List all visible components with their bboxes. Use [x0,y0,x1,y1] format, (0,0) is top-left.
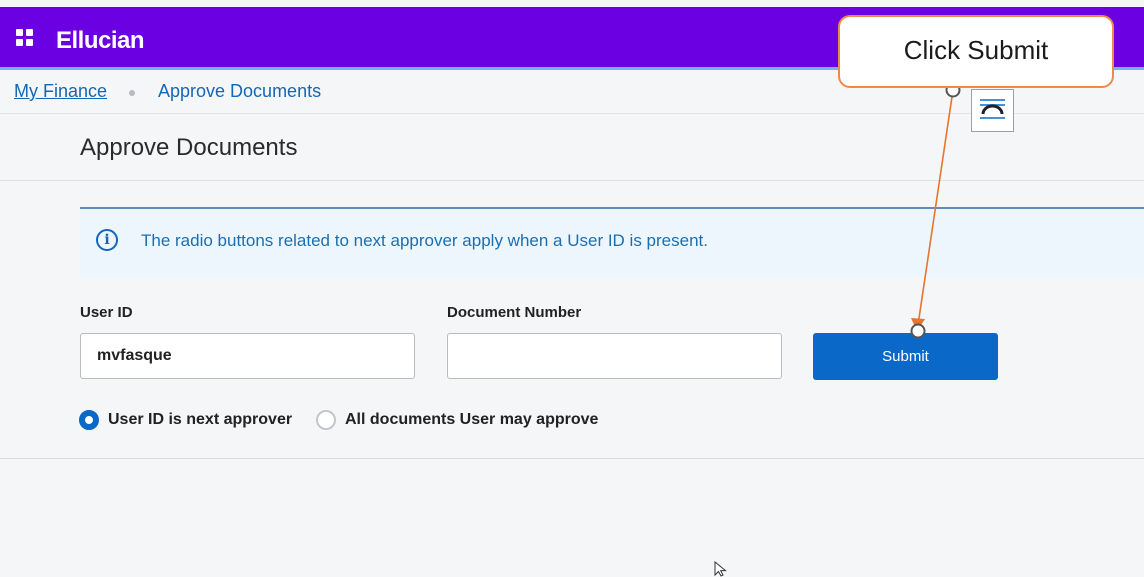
info-icon: i [96,229,118,251]
user-id-label: User ID [80,304,133,321]
user-id-input[interactable] [80,333,415,379]
top-strip [0,0,1144,7]
form-divider [0,458,1144,459]
page: Ellucian My Finance Approve Documents Ap… [0,0,1144,577]
document-number-label: Document Number [447,304,582,321]
radio-label-all-documents: All documents User may approve [345,411,599,428]
mouse-cursor-icon [714,560,728,577]
apps-grid-icon[interactable] [16,29,33,46]
document-number-input[interactable] [447,333,782,379]
page-title: Approve Documents [80,134,298,161]
media-toggle-icon[interactable] [971,89,1014,132]
breadcrumb-separator [129,90,135,96]
radio-unchecked-icon[interactable] [316,410,336,430]
radio-all-documents[interactable]: All documents User may approve [316,408,598,432]
info-banner-text: The radio buttons related to next approv… [141,231,708,250]
breadcrumb-link-my-finance[interactable]: My Finance [14,81,107,102]
breadcrumb-current: Approve Documents [158,81,322,101]
radio-label-next-approver: User ID is next approver [108,411,293,428]
submit-button[interactable]: Submit [813,333,998,380]
radio-checked-icon[interactable] [79,410,99,430]
callout-tooltip: Click Submit [838,15,1114,88]
info-banner: i The radio buttons related to next appr… [80,207,1144,277]
ellucian-logo[interactable]: Ellucian [56,27,145,55]
radio-user-id-next-approver[interactable]: User ID is next approver [79,408,292,432]
